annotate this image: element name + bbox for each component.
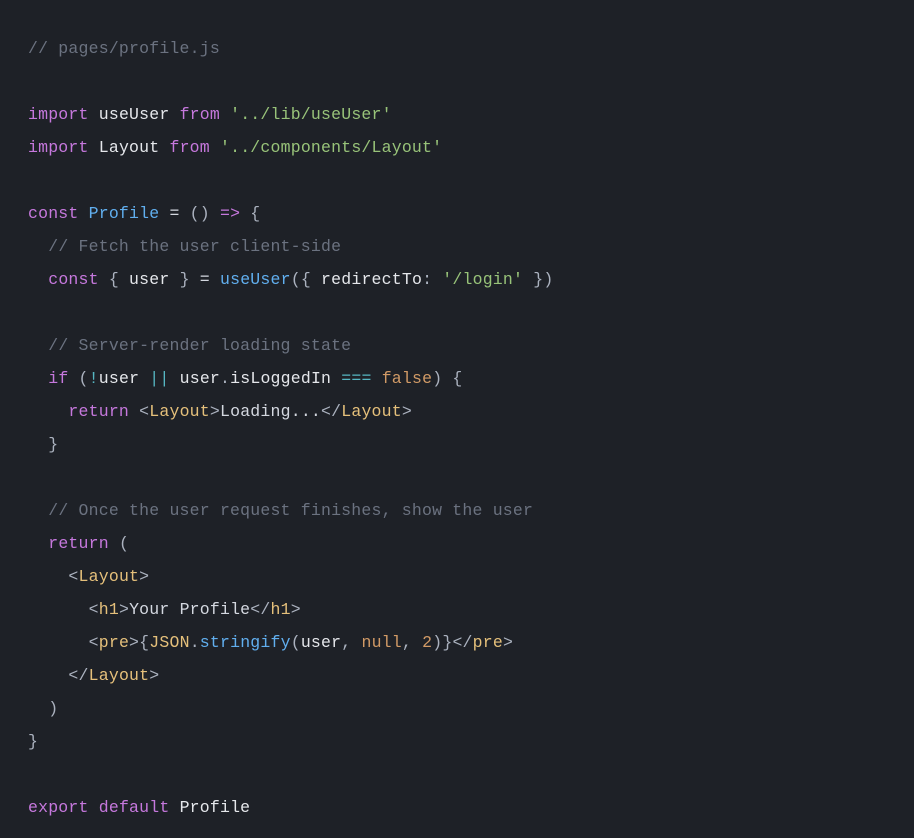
angle: >: [210, 402, 220, 421]
paren: (: [291, 633, 301, 652]
identifier: Profile: [180, 798, 251, 817]
angle: </: [452, 633, 472, 652]
keyword-const: const: [28, 204, 79, 223]
angle: >: [119, 600, 129, 619]
angle: >: [149, 666, 159, 685]
keyword-from: from: [169, 138, 209, 157]
code-comment: // Server-render loading state: [48, 336, 351, 355]
method: stringify: [200, 633, 291, 652]
angle: <: [68, 567, 78, 586]
dot: .: [190, 633, 200, 652]
angle: </: [321, 402, 341, 421]
jsx-text: Your Profile: [129, 600, 250, 619]
paren: (: [68, 369, 88, 388]
angle: <: [89, 600, 99, 619]
jsx-tag: h1: [99, 600, 119, 619]
function-name: Profile: [89, 204, 160, 223]
code-comment: // Fetch the user client-side: [48, 237, 341, 256]
keyword-export: export: [28, 798, 89, 817]
identifier: useUser: [99, 105, 170, 124]
string-literal: '../lib/useUser': [230, 105, 392, 124]
identifier: user: [180, 369, 220, 388]
comma: ,: [341, 633, 361, 652]
function-call: useUser: [220, 270, 291, 289]
parens: (): [190, 204, 210, 223]
identifier: user: [301, 633, 341, 652]
string-literal: '../components/Layout': [220, 138, 442, 157]
angle: >: [402, 402, 412, 421]
constant: false: [382, 369, 433, 388]
keyword-from: from: [180, 105, 220, 124]
colon: :: [422, 270, 442, 289]
jsx-tag: pre: [473, 633, 503, 652]
code-block: // pages/profile.js import useUser from …: [28, 32, 886, 824]
paren: (: [109, 534, 129, 553]
code-comment: // Once the user request finishes, show …: [48, 501, 533, 520]
string-literal: '/login': [442, 270, 523, 289]
angle: <: [139, 402, 149, 421]
paren: ): [48, 699, 58, 718]
code-comment: // pages/profile.js: [28, 39, 220, 58]
paren: ) {: [432, 369, 462, 388]
brace: {: [139, 633, 149, 652]
jsx-tag: Layout: [89, 666, 150, 685]
property: redirectTo: [321, 270, 422, 289]
angle: >: [139, 567, 149, 586]
angle: </: [68, 666, 88, 685]
brace: }: [169, 270, 199, 289]
keyword-return: return: [68, 402, 129, 421]
keyword-import: import: [28, 105, 89, 124]
jsx-tag: Layout: [149, 402, 210, 421]
angle: >: [129, 633, 139, 652]
operator: =: [200, 270, 220, 289]
keyword-return: return: [48, 534, 109, 553]
paren: ): [432, 633, 442, 652]
angle: >: [503, 633, 513, 652]
constant: null: [361, 633, 401, 652]
operator: ||: [139, 369, 179, 388]
constant: 2: [422, 633, 432, 652]
brace: }: [48, 435, 58, 454]
jsx-text: Loading...: [220, 402, 321, 421]
brace: }: [28, 732, 38, 751]
property: isLoggedIn: [230, 369, 331, 388]
identifier: user: [129, 270, 169, 289]
dot: .: [220, 369, 230, 388]
arrow: =>: [210, 204, 250, 223]
jsx-tag: Layout: [79, 567, 140, 586]
angle: </: [250, 600, 270, 619]
keyword-default: default: [99, 798, 170, 817]
comma: ,: [402, 633, 422, 652]
operator: ===: [331, 369, 382, 388]
jsx-tag: Layout: [341, 402, 402, 421]
jsx-tag: h1: [271, 600, 291, 619]
angle: >: [291, 600, 301, 619]
identifier: Layout: [99, 138, 160, 157]
angle: <: [89, 633, 99, 652]
operator: !: [89, 369, 99, 388]
brace: }: [442, 633, 452, 652]
jsx-tag: pre: [99, 633, 129, 652]
identifier: user: [99, 369, 139, 388]
keyword-if: if: [48, 369, 68, 388]
keyword-const: const: [48, 270, 99, 289]
identifier: JSON: [149, 633, 189, 652]
paren: ({: [291, 270, 321, 289]
brace: {: [250, 204, 260, 223]
space: [129, 402, 139, 421]
brace: {: [99, 270, 129, 289]
paren: }): [523, 270, 553, 289]
keyword-import: import: [28, 138, 89, 157]
operator: =: [159, 204, 189, 223]
